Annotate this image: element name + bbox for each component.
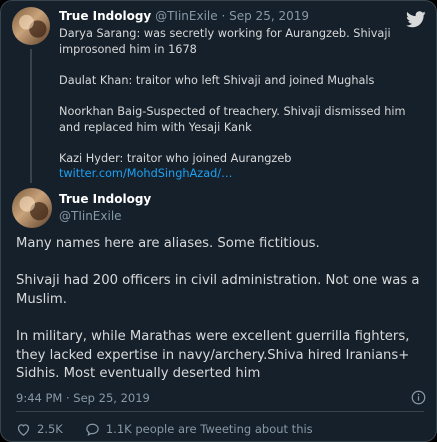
parent-paragraph: Noorkhan Baig-Suspected of treachery. Sh…: [59, 104, 406, 134]
like-button[interactable]: 2.5K: [16, 422, 63, 437]
parent-paragraph: Daulat Khan: traitor who left Shivaji an…: [59, 73, 375, 87]
main-avatar[interactable]: [12, 188, 52, 228]
info-icon[interactable]: [411, 390, 426, 405]
conversation-count: 1.1K people are Tweeting about this: [105, 422, 313, 436]
parent-handle[interactable]: @TIinExile: [155, 9, 218, 23]
parent-quoted-link[interactable]: twitter.com/MohdSinghAzad/…: [59, 167, 232, 180]
tweet-timestamp[interactable]: 9:44 PM · Sep 25, 2019: [16, 391, 150, 405]
main-tweet-header: True Indology @TIinExile: [59, 192, 151, 224]
reply-bubble-icon: [86, 423, 99, 436]
parent-display-name[interactable]: True Indology: [59, 9, 151, 23]
conversation-link[interactable]: 1.1K people are Tweeting about this: [85, 422, 313, 437]
parent-paragraph: Kazi Hyder: traitor who joined Aurangzeb…: [59, 151, 419, 182]
parent-avatar[interactable]: [12, 7, 50, 45]
parent-paragraph: Darya Sarang: was secretly working for A…: [59, 27, 391, 56]
parent-tweet-text: Darya Sarang: was secretly working for A…: [59, 26, 419, 182]
parent-date[interactable]: Sep 25, 2019: [229, 9, 309, 23]
main-paragraph: In military, while Marathas were excelle…: [16, 328, 410, 382]
main-handle[interactable]: @TIinExile: [59, 209, 151, 224]
parent-tweet[interactable]: True Indology @TIinExile · Sep 25, 2019 …: [1, 1, 436, 183]
twitter-bird-icon[interactable]: [406, 11, 426, 28]
parent-separator: ·: [221, 9, 226, 23]
parent-tweet-header: True Indology @TIinExile · Sep 25, 2019: [59, 9, 309, 23]
main-paragraph: Shivaji had 200 officers in civil admini…: [16, 273, 420, 307]
heart-icon: [17, 423, 30, 436]
thread-connector-line: [30, 49, 32, 183]
main-display-name[interactable]: True Indology: [59, 192, 151, 206]
embedded-tweet-card: True Indology @TIinExile · Sep 25, 2019 …: [0, 0, 437, 442]
like-count: 2.5K: [37, 422, 63, 436]
main-tweet-text: Many names here are aliases. Some fictit…: [16, 235, 431, 384]
main-paragraph: Many names here are aliases. Some fictit…: [16, 236, 320, 251]
divider: [16, 411, 424, 412]
tweet-actions: 2.5K 1.1K people are Tweeting about this: [16, 421, 313, 437]
parent-paragraph-text: Kazi Hyder: traitor who joined Aurangzeb: [59, 151, 292, 165]
